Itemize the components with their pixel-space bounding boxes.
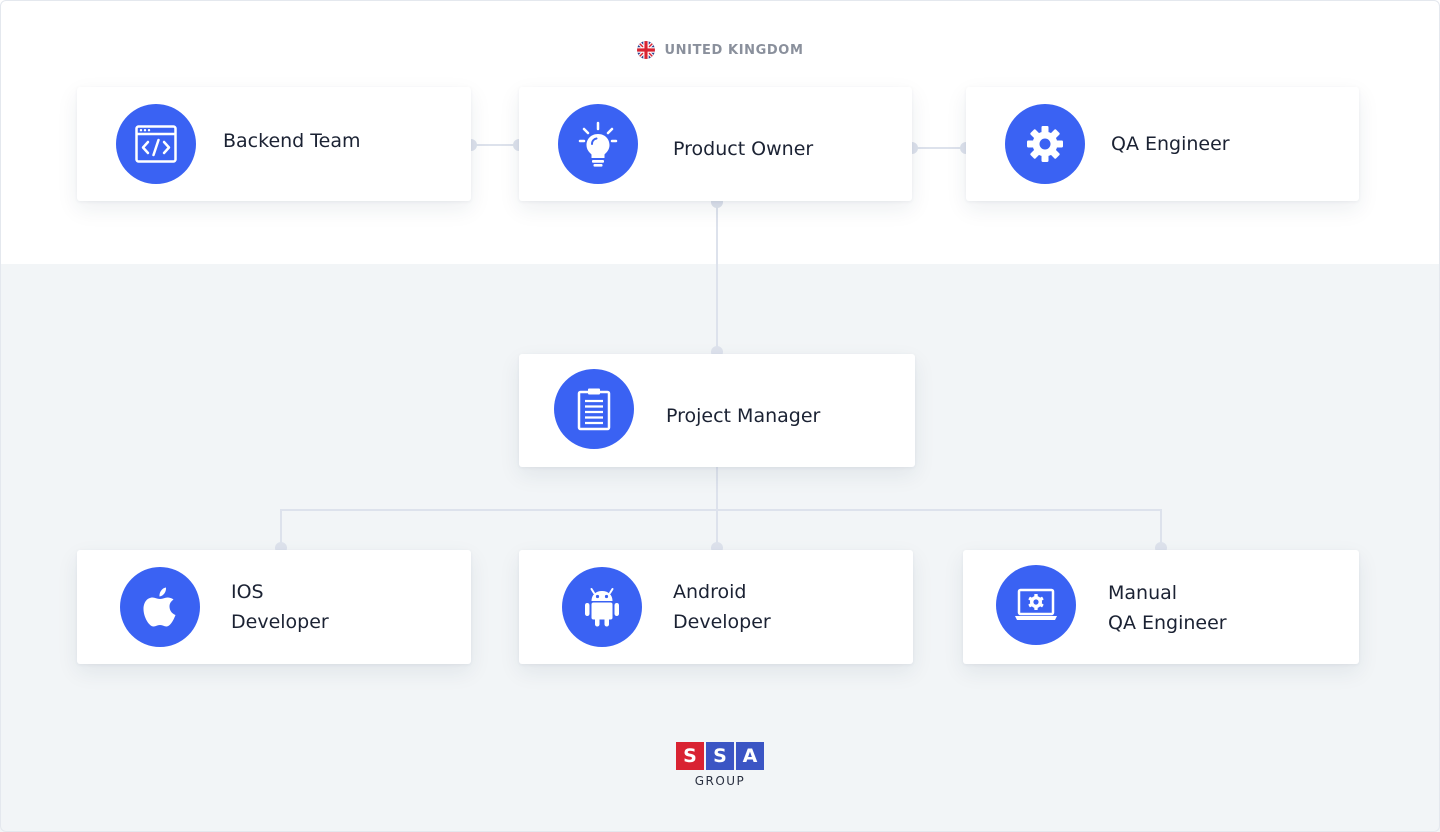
qa-engineer-label: QA Engineer [1111, 133, 1230, 155]
manual-qa-engineer-label: Manual QA Engineer [1108, 578, 1227, 638]
manual-qa-engineer-line2: QA Engineer [1108, 612, 1227, 634]
logo-letter-3: A [736, 742, 764, 770]
manual-qa-engineer-card: Manual QA Engineer [963, 550, 1359, 664]
android-icon [562, 567, 642, 647]
ssa-group-logo: S S A GROUP [676, 742, 764, 788]
product-owner-label: Product Owner [673, 138, 814, 160]
logo-letter-1: S [676, 742, 704, 770]
code-window-icon [116, 104, 196, 184]
android-developer-line2: Developer [673, 611, 771, 633]
product-owner-card: Product Owner [519, 87, 912, 201]
gear-icon [1005, 104, 1085, 184]
ios-developer-line1: IOS [231, 581, 264, 603]
android-developer-card: Android Developer [519, 550, 913, 664]
manual-qa-engineer-line1: Manual [1108, 582, 1178, 604]
android-developer-label: Android Developer [673, 577, 771, 637]
laptop-gear-icon [996, 565, 1076, 645]
logo-boxes: S S A [676, 742, 764, 770]
logo-letter-2: S [706, 742, 734, 770]
ios-developer-label: IOS Developer [231, 577, 329, 637]
android-developer-line1: Android [673, 581, 747, 603]
backend-team-label: Backend Team [223, 130, 361, 152]
project-manager-label: Project Manager [666, 405, 821, 427]
apple-icon [120, 567, 200, 647]
qa-engineer-card: QA Engineer [966, 87, 1359, 201]
project-manager-card: Project Manager [519, 354, 915, 467]
clipboard-icon [554, 369, 634, 449]
logo-subtitle: GROUP [694, 774, 746, 788]
ios-developer-card: IOS Developer [77, 550, 471, 664]
ios-developer-line2: Developer [231, 611, 329, 633]
backend-team-card: Backend Team [77, 87, 471, 201]
lightbulb-icon [558, 104, 638, 184]
